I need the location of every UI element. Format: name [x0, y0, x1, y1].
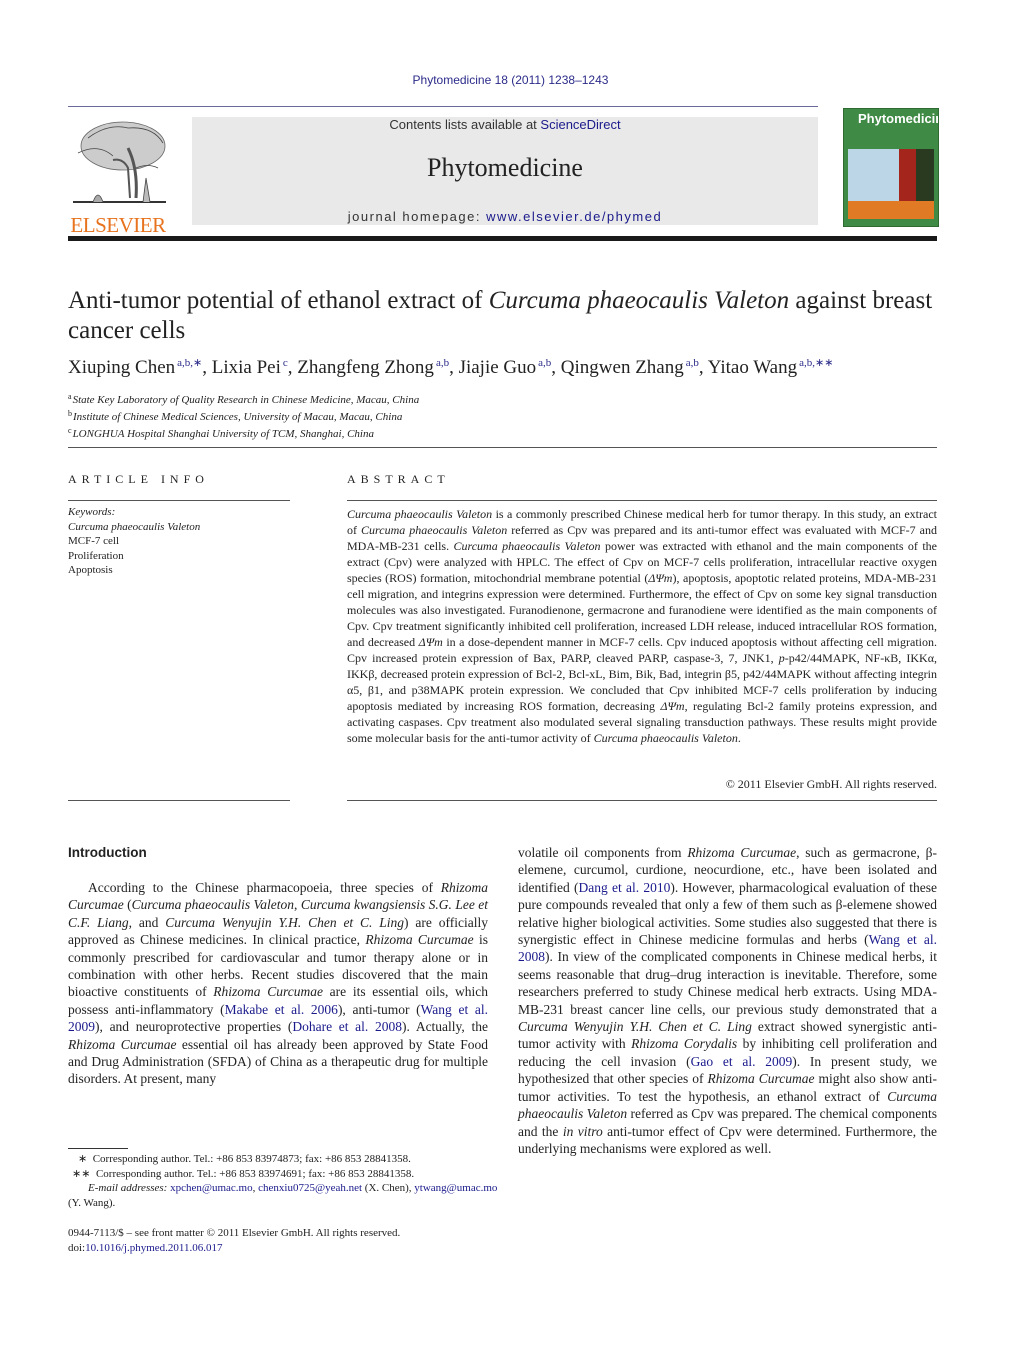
footnote-corresponding-1: ∗ Corresponding author. Tel.: +86 853 83…	[78, 1153, 411, 1165]
text-run: Curcuma Wenyujin Y.H. Chen et C. Ling	[165, 914, 405, 930]
footnotes: ∗ Corresponding author. Tel.: +86 853 83…	[68, 1152, 498, 1210]
keyword: MCF-7 cell	[68, 535, 120, 547]
text-run: Curcuma phaeocaulis Valeton	[131, 897, 295, 913]
elsevier-tree-icon	[73, 121, 166, 203]
keywords-label: Keywords:	[68, 506, 116, 518]
elsevier-logo: ELSEVIER	[68, 118, 168, 236]
author-affiliation-marks[interactable]: a,b	[686, 357, 699, 369]
author-name: Lixia Pei	[211, 357, 281, 378]
affiliation-divider	[68, 447, 937, 448]
keyword: Apoptosis	[68, 564, 113, 576]
abstract-text: Curcuma phaeocaulis Valeton is a commonl…	[347, 507, 938, 745]
author-affiliation-marks[interactable]: a,b,∗∗	[799, 357, 833, 369]
text-run: Rhizoma Corydalis	[631, 1036, 738, 1052]
affiliation-b: bInstitute of Chinese Medical Sciences, …	[68, 409, 403, 423]
cover-bottom-panel	[848, 201, 934, 219]
author-list: Xiuping Chen a,b,∗, Lixia Pei c, Zhangfeng…	[68, 356, 948, 379]
author-name: Jiajie Guo	[458, 357, 537, 378]
cover-heatmap-panel-2	[916, 149, 934, 201]
text-run: (	[123, 897, 132, 913]
text-run: Rhizoma Curcumae	[365, 932, 474, 948]
journal-homepage: journal homepage: www.elsevier.de/phymed	[347, 209, 663, 224]
author-separator: ,	[287, 357, 298, 378]
email-link[interactable]: ytwang@umac.mo	[414, 1182, 497, 1194]
text-run: volatile oil components from	[518, 845, 688, 860]
introduction-heading: Introduction	[68, 845, 147, 860]
article-title: Anti-tumor potential of ethanol extract …	[68, 287, 933, 344]
elsevier-wordmark: ELSEVIER	[70, 213, 166, 237]
cover-title: Phytomedicine	[858, 111, 938, 126]
intro-column-1: According to the Chinese pharmacopoeia, …	[68, 879, 488, 1088]
abstract-bottom-divider	[347, 800, 937, 801]
journal-banner: Contents lists available at ScienceDirec…	[192, 117, 818, 225]
text-run: , and	[128, 914, 166, 930]
author-name: Xiuping Chen	[68, 357, 176, 378]
text-run: Rhizoma Curcumae	[68, 1036, 177, 1052]
journal-reference: Phytomedicine 18 (2011) 1238–1243	[412, 73, 609, 87]
doi-link[interactable]: 10.1016/j.phymed.2011.06.017	[85, 1242, 222, 1254]
text-run: ), anti-tumor (	[337, 1001, 421, 1017]
intro-column-2: volatile oil components from Rhizoma Cur…	[518, 844, 937, 1157]
article-info-bottom-divider	[68, 800, 290, 801]
header-divider	[68, 106, 818, 107]
cover-heatmap-panel	[899, 149, 916, 201]
text-run: Rhizoma Curcumae	[687, 845, 797, 860]
abstract-copyright: © 2011 Elsevier GmbH. All rights reserve…	[725, 777, 937, 791]
affiliations: aState Key Laboratory of Quality Researc…	[68, 390, 768, 441]
affiliation-c: cLONGHUA Hospital Shanghai University of…	[68, 426, 374, 440]
email-link[interactable]: xpchen@umac.mo	[170, 1182, 253, 1194]
sciencedirect-link[interactable]: ScienceDirect	[540, 117, 620, 132]
author-affiliation-marks[interactable]: a,b	[538, 357, 551, 369]
text-run: in vitro	[562, 1123, 603, 1139]
keyword: Proliferation	[68, 549, 124, 562]
author-affiliation-marks[interactable]: a,b	[436, 357, 449, 369]
issn-line: 0944-7113/$ – see front matter © 2011 El…	[68, 1227, 401, 1239]
author-name: Zhangfeng Zhong	[297, 357, 434, 378]
footnote-emails: E-mail addresses: xpchen@umac.mo, chenxi…	[68, 1182, 498, 1209]
citation-link[interactable]: Dohare et al. 2008	[292, 1019, 402, 1034]
citation-link[interactable]: Gao et al. 2009	[691, 1054, 793, 1069]
journal-title: Phytomedicine	[427, 153, 583, 182]
email-link[interactable]: chenxiu0725@yeah.net	[258, 1182, 362, 1194]
keywords-block: Keywords: Curcuma phaeocaulis Valeton MC…	[68, 505, 298, 578]
header-thick-divider	[68, 236, 937, 241]
text-run: ,	[294, 897, 301, 913]
text-run: According to the Chinese pharmacopoeia, …	[88, 880, 441, 895]
affiliation-a: aState Key Laboratory of Quality Researc…	[68, 392, 420, 406]
author-name: Qingwen Zhang	[560, 357, 684, 378]
author-separator: ,	[202, 357, 212, 378]
author-affiliation-marks[interactable]: a,b,∗	[177, 357, 202, 369]
author-name: Yitao Wang	[707, 357, 798, 378]
contents-line: Contents lists available at ScienceDirec…	[389, 117, 621, 132]
author-separator: ,	[698, 357, 708, 378]
author-separator: ,	[449, 357, 459, 378]
text-run: ). In view of the complicated components…	[518, 949, 937, 1017]
text-run: Rhizoma Curcumae	[213, 984, 323, 1000]
footnote-corresponding-2: ∗∗ Corresponding author. Tel.: +86 853 8…	[72, 1167, 415, 1180]
keyword: Curcuma phaeocaulis Valeton	[68, 520, 201, 533]
article-info-divider	[68, 500, 290, 501]
journal-cover-image: Phytomedicine	[843, 108, 939, 227]
homepage-link[interactable]: www.elsevier.de/phymed	[486, 209, 662, 224]
footnote-divider	[68, 1148, 128, 1149]
doi-line: doi:10.1016/j.phymed.2011.06.017	[68, 1241, 223, 1254]
author-separator: ,	[551, 357, 561, 378]
abstract-heading: ABSTRACT	[347, 472, 450, 486]
text-run: ), and neuroprotective properties (	[95, 1019, 293, 1035]
front-matter: 0944-7113/$ – see front matter © 2011 El…	[68, 1226, 498, 1255]
text-run: Curcuma Wenyujin Y.H. Chen et C. Ling	[518, 1019, 752, 1035]
text-run: Rhizoma Curcumae	[707, 1071, 815, 1087]
article-info-heading: ARTICLE INFO	[68, 472, 209, 486]
citation-link[interactable]: Makabe et al. 2006	[225, 1002, 338, 1017]
text-run: ). Actually, the	[402, 1019, 488, 1035]
citation-link[interactable]: Dang et al. 2010	[578, 880, 670, 895]
abstract-divider	[347, 500, 937, 501]
